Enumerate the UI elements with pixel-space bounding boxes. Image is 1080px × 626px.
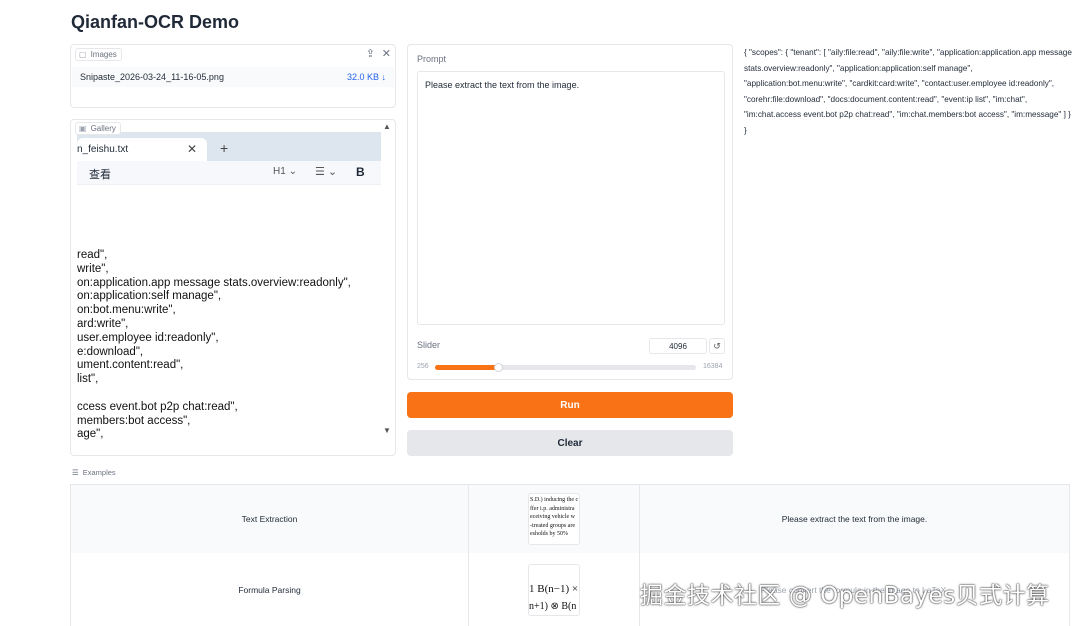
output-text[interactable]: { "scopes": { "tenant": [ "aily:file:rea… <box>744 45 1074 138</box>
screenshot-text-lines: read", write", on:application.app message … <box>77 249 381 442</box>
example-thumbnail-cell: 1 B(n−1) × n+1) ⊗ B(n <box>468 553 640 626</box>
screenshot-text-line: read", <box>77 249 108 261</box>
screenshot-text-line: ccess event.bot p2p chat:read", <box>77 400 238 413</box>
gallery-panel: ▣ Gallery n_feishu.txt ✕ + 查看 H1 ⌄ ☰ ⌄ B… <box>70 119 396 456</box>
thumbnail-text-line: ffer i.p. administra <box>530 505 575 512</box>
bold-icon: B <box>356 165 365 179</box>
screenshot-text-line: e:download", <box>77 345 144 358</box>
file-name: Snipaste_2026-03-24_11-16-05.png <box>80 72 224 82</box>
screenshot-tab: n_feishu.txt ✕ <box>77 138 207 161</box>
slider-track[interactable] <box>435 363 696 372</box>
example-thumbnail-cell: S.D.) inducing the c ffer i.p. administra… <box>468 485 640 553</box>
gallery-icon: ▣ <box>79 124 87 133</box>
screenshot-text-line: write", <box>77 262 109 275</box>
example-thumbnail: 1 B(n−1) × n+1) ⊗ B(n <box>528 564 580 616</box>
watermark: 掘金技术社区 @ OpenBayes贝式计算 <box>640 583 1050 609</box>
example-task: Formula Parsing <box>238 585 301 595</box>
heading-label: H1 <box>273 166 286 177</box>
screenshot-text-line: on:application.app message stats.overvie… <box>77 276 351 289</box>
slider-max: 16384 <box>703 363 723 370</box>
heading-select-icon: H1 ⌄ <box>273 166 297 177</box>
file-size-download-link[interactable]: 32.0 KB ↓ <box>347 72 386 82</box>
gallery-label-tag: ▣ Gallery <box>75 122 121 135</box>
run-button[interactable]: Run <box>407 392 733 418</box>
example-task: Text Extraction <box>241 514 298 524</box>
images-panel: ▢ Images ⇪ ✕ Snipaste_2026-03-24_11-16-0… <box>70 44 396 108</box>
images-label: Images <box>90 50 117 59</box>
screenshot-text-line: on:bot.menu:write", <box>77 304 176 317</box>
close-icon[interactable]: ✕ <box>382 47 391 60</box>
prompt-panel: Prompt Please extract the text from the … <box>407 44 733 380</box>
scroll-up-icon[interactable]: ▲ <box>383 122 391 131</box>
slider-number-input[interactable]: 4096 <box>649 338 707 354</box>
screenshot-tabbar: n_feishu.txt ✕ + <box>77 132 381 161</box>
gallery-image[interactable]: n_feishu.txt ✕ + 查看 H1 ⌄ ☰ ⌄ B read", wri… <box>77 132 381 450</box>
thumbnail-text-line: eceiving vehicle w <box>530 514 575 521</box>
list-icon: ☰ ⌄ <box>315 166 338 178</box>
screenshot-text-line: age", <box>77 428 104 441</box>
images-label-tag: ▢ Images <box>75 48 122 61</box>
examples-header: ☰ Examples <box>72 468 116 477</box>
toolbar-view-label: 查看 <box>89 169 111 181</box>
gallery-label: Gallery <box>90 124 116 133</box>
example-row[interactable]: Text Extraction S.D.) inducing the c ffer… <box>71 485 1069 553</box>
app-title: Qianfan-OCR Demo <box>71 12 240 32</box>
reset-icon[interactable]: ↺ <box>709 338 725 354</box>
image-actions: ⇪ ✕ <box>366 47 391 60</box>
screenshot-text-line: user.employee id:readonly", <box>77 331 219 344</box>
tab-close-icon: ✕ <box>186 142 197 156</box>
screenshot-text-line: list", <box>77 373 99 386</box>
slider-thumb[interactable] <box>493 363 503 372</box>
gallery-scrollbar[interactable]: ▲ ▼ <box>381 120 393 455</box>
thumbnail-text-line: esholds by 50% <box>530 531 568 538</box>
screenshot-text-line: ument.content:read", <box>77 359 184 372</box>
screenshot-text-line <box>77 387 381 401</box>
prompt-label: Prompt <box>417 54 447 64</box>
formula-line: n+1) ⊗ B(n <box>529 601 577 612</box>
example-thumbnail: S.D.) inducing the c ffer i.p. administra… <box>528 493 580 545</box>
new-tab-icon: + <box>220 140 229 156</box>
prompt-textarea[interactable]: Please extract the text from the image. <box>417 71 725 325</box>
screenshot-text-line: on:application:self manage", <box>77 290 222 303</box>
screenshot-tab-name: n_feishu.txt <box>77 144 129 155</box>
slider-fill <box>435 365 498 370</box>
uploaded-file-row[interactable]: Snipaste_2026-03-24_11-16-05.png 32.0 KB… <box>72 67 394 87</box>
slider-label: Slider <box>417 340 441 350</box>
list-icon: ☰ <box>72 468 79 477</box>
examples-label: Examples <box>82 468 116 477</box>
screenshot-text-line: ard:write", <box>77 317 129 330</box>
formula-line: 1 B(n−1) × <box>529 583 579 595</box>
screenshot-toolbar: 查看 H1 ⌄ ☰ ⌄ B <box>77 161 381 185</box>
scroll-down-icon[interactable]: ▼ <box>383 426 391 435</box>
image-icon: ▢ <box>79 50 87 59</box>
thumbnail-text-line: S.D.) inducing the c <box>530 497 579 503</box>
slider-min: 256 <box>417 363 429 370</box>
example-prompt: Please extract the text from the image. <box>781 514 928 524</box>
clear-button[interactable]: Clear <box>407 430 733 456</box>
share-icon[interactable]: ⇪ <box>366 47 375 60</box>
thumbnail-text-line: -treated groups are <box>530 522 575 529</box>
screenshot-text-line: members:bot access", <box>77 414 191 427</box>
